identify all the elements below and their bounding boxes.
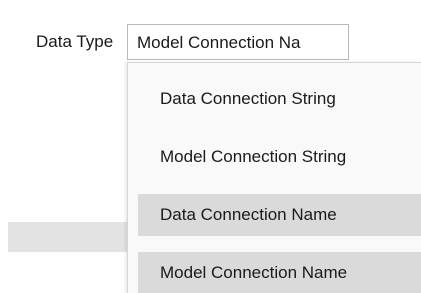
data-type-form: Data Type Model Connection Na Data Conne…: [0, 0, 421, 293]
dropdown-option-data-connection-string[interactable]: Data Connection String: [138, 78, 421, 120]
data-type-dropdown-list: Data Connection String Model Connection …: [127, 62, 421, 293]
background-row-strip: [8, 222, 140, 252]
dropdown-option-model-connection-string[interactable]: Model Connection String: [138, 136, 421, 178]
data-type-label: Data Type: [36, 32, 114, 51]
data-type-selected-value: Model Connection Na: [137, 33, 301, 52]
data-type-select[interactable]: Model Connection Na: [127, 24, 349, 60]
dropdown-option-model-connection-name[interactable]: Model Connection Name: [138, 252, 421, 293]
dropdown-option-data-connection-name[interactable]: Data Connection Name: [138, 194, 421, 236]
